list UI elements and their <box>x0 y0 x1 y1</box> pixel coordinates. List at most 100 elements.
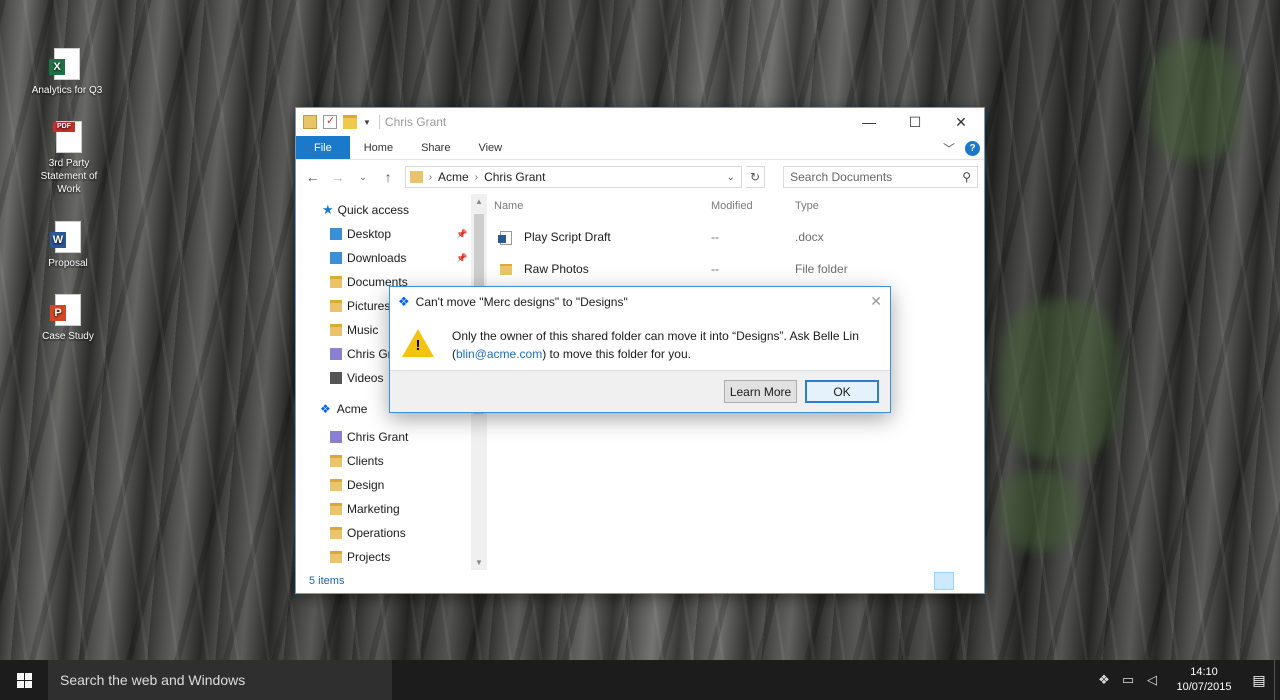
nav-label: Quick access <box>337 203 410 217</box>
properties-icon[interactable]: ✓ <box>323 115 337 129</box>
wallpaper-moss <box>1150 40 1240 160</box>
desktop-icon-proposal[interactable]: W Proposal <box>30 221 106 270</box>
expand-ribbon-chevron-icon[interactable]: ﹀ <box>943 140 955 157</box>
nav-item-downloads[interactable]: Downloads <box>330 246 406 270</box>
breadcrumb-acme[interactable]: Acme <box>438 170 469 184</box>
quick-access-toolbar: ✓ ▼ <box>296 115 371 129</box>
nav-label: Design <box>347 478 385 492</box>
forward-button[interactable]: → <box>327 169 348 185</box>
nav-item-videos[interactable]: Videos <box>330 366 383 390</box>
breadcrumb-chris-grant[interactable]: Chris Grant <box>484 170 545 184</box>
nav-item-desktop[interactable]: Desktop <box>330 222 391 246</box>
documents-icon <box>330 276 342 288</box>
volume-icon[interactable]: ◁ <box>1140 672 1164 688</box>
windows-logo-icon <box>16 672 32 688</box>
message-text: ) to move this folder for you. <box>542 347 691 361</box>
pin-icon[interactable]: 📌 <box>456 229 467 240</box>
taskbar-search[interactable]: Search the web and Windows <box>48 660 392 700</box>
email-link[interactable]: blin@acme.com <box>456 347 542 361</box>
file-row[interactable]: Raw Photos -- File folder <box>488 256 984 284</box>
tab-share[interactable]: Share <box>407 136 464 159</box>
start-button[interactable] <box>0 660 48 700</box>
nav-label: Pictures <box>347 299 391 313</box>
file-row[interactable]: Play Script Draft -- .docx <box>488 224 984 252</box>
column-header-modified[interactable]: Modified <box>711 200 753 212</box>
nav-label: Downloads <box>347 251 407 265</box>
desktop-icon-case-study[interactable]: P Case Study <box>30 294 106 343</box>
nav-label: Clients <box>347 454 384 468</box>
maximize-button[interactable]: ☐ <box>892 108 938 136</box>
desktop-icon-statement[interactable]: PDF 3rd Party Statement of Work <box>31 121 107 196</box>
dialog-close-button[interactable]: ✕ <box>870 293 882 310</box>
search-input[interactable]: Search Documents ⚲ <box>783 166 979 188</box>
show-desktop-button[interactable] <box>1274 660 1280 700</box>
back-button[interactable]: ← <box>302 169 323 185</box>
help-button[interactable]: ? <box>965 141 980 156</box>
action-center-icon[interactable]: ▤ <box>1244 672 1274 689</box>
pictures-icon <box>330 300 342 312</box>
ok-button[interactable]: OK <box>805 380 879 403</box>
refresh-button[interactable]: ↻ <box>745 166 766 188</box>
nav-item-acme-chris-grant[interactable]: Chris Grant <box>330 425 408 449</box>
nav-item-pictures[interactable]: Pictures <box>330 294 390 318</box>
column-header-name[interactable]: Name <box>494 200 523 212</box>
up-button[interactable]: ↑ <box>378 169 399 185</box>
column-header-type[interactable]: Type <box>795 200 819 212</box>
nav-item-music[interactable]: Music <box>330 318 378 342</box>
ribbon-tabs: File Home Share View ﹀ ? <box>296 136 984 160</box>
pdf-file-icon: PDF <box>53 121 82 153</box>
nav-item-operations[interactable]: Operations <box>330 521 406 545</box>
nav-item-clients[interactable]: Clients <box>330 449 384 473</box>
title-bar[interactable]: ✓ ▼ Chris Grant — ☐ ✕ <box>296 108 984 136</box>
clock[interactable]: 14:10 10/07/2015 <box>1164 665 1244 695</box>
folder-icon[interactable] <box>303 115 317 129</box>
dialog-message-line1: Only the owner of this shared folder can… <box>452 329 859 343</box>
breadcrumb-separator-icon: › <box>474 171 479 183</box>
nav-item-projects[interactable]: Projects <box>330 545 390 569</box>
desktop-icon <box>330 228 342 240</box>
details-view-button[interactable] <box>934 572 954 590</box>
file-type: File folder <box>795 262 848 276</box>
file-modified: -- <box>711 262 719 276</box>
learn-more-button[interactable]: Learn More <box>724 380 797 403</box>
customize-toolbar-chevron-icon[interactable]: ▼ <box>363 118 371 127</box>
nav-label: Videos <box>347 371 384 385</box>
nav-label: Operations <box>347 526 406 540</box>
folder-icon <box>330 455 342 467</box>
dropbox-icon: ❖ <box>398 294 410 309</box>
new-folder-icon[interactable] <box>343 115 357 129</box>
tab-view[interactable]: View <box>464 136 516 159</box>
desktop-icon-label: Proposal <box>48 258 88 269</box>
close-button[interactable]: ✕ <box>938 108 984 136</box>
large-icons-view-button[interactable] <box>958 572 978 590</box>
taskbar: Search the web and Windows ❖ ▭ ◁ 14:10 1… <box>0 660 1280 700</box>
breadcrumb-separator-icon: › <box>428 171 433 183</box>
desktop-icon-analytics[interactable]: X Analytics for Q3 <box>29 48 105 97</box>
recent-locations-chevron-icon[interactable]: ⌄ <box>352 172 373 183</box>
address-dropdown-icon[interactable]: ⌄ <box>726 172 734 183</box>
dialog-footer: Learn More OK <box>390 370 890 412</box>
nav-item-marketing[interactable]: Marketing <box>330 497 400 521</box>
nav-item-design[interactable]: Design <box>330 473 384 497</box>
address-bar[interactable]: › Acme › Chris Grant ⌄ <box>404 166 742 188</box>
download-icon <box>330 252 342 264</box>
minimize-button[interactable]: — <box>846 108 892 136</box>
location-folder-icon <box>409 171 423 183</box>
nav-quick-access[interactable]: ★ Quick access <box>322 198 409 222</box>
nav-acme[interactable]: ❖ Acme <box>320 397 367 421</box>
pin-icon[interactable]: 📌 <box>456 253 467 264</box>
warning-icon-mark: ! <box>415 337 421 354</box>
tab-home[interactable]: Home <box>350 136 407 159</box>
search-placeholder: Search Documents <box>790 170 893 184</box>
network-icon[interactable]: ▭ <box>1116 672 1140 688</box>
scroll-up-icon[interactable]: ▲ <box>471 197 487 206</box>
dialog-body: ! Only the owner of this shared folder c… <box>390 317 890 372</box>
dialog-message-line2: (blin@acme.com) to move this folder for … <box>452 345 882 363</box>
wallpaper-moss <box>1000 470 1080 550</box>
dropbox-icon: ❖ <box>320 402 331 416</box>
dropbox-tray-icon[interactable]: ❖ <box>1092 672 1116 688</box>
dialog-title-bar[interactable]: ❖ Can't move "Merc designs" to "Designs" <box>390 287 890 317</box>
tab-file[interactable]: File <box>296 136 350 159</box>
folder-icon <box>330 527 342 539</box>
scroll-down-icon[interactable]: ▼ <box>471 558 487 567</box>
